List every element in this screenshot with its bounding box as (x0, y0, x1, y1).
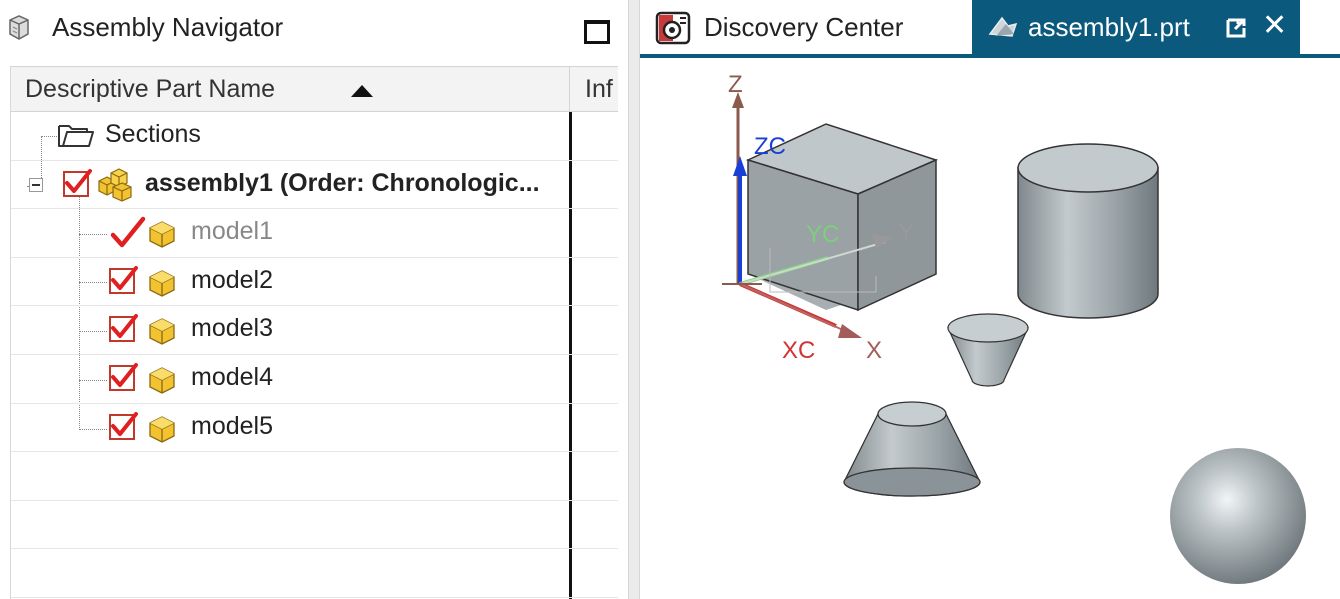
part-file-icon (988, 16, 1018, 37)
part-icon (149, 270, 175, 297)
part-icon (149, 367, 175, 394)
tree-row-model3[interactable]: model3 (11, 306, 618, 355)
part-icon (149, 318, 175, 346)
collapse-icon[interactable] (29, 177, 43, 192)
axis-label-yc: YC (806, 221, 839, 248)
assembly-navigator-panel: Assembly Navigator Descriptive Part Name… (0, 0, 628, 599)
checkmark-icon (111, 362, 138, 387)
tree-row-label: model1 (191, 217, 273, 246)
sphere-shape[interactable] (1170, 448, 1306, 584)
tab-label: Discovery Center (704, 12, 904, 42)
axis-label-zc: ZC (754, 133, 786, 160)
sort-ascending-icon[interactable] (351, 85, 373, 97)
tree-row-label: assembly1 (Order: Chronologic... (145, 168, 540, 197)
tree-row-label: model4 (191, 362, 273, 391)
navigator-header: Assembly Navigator (0, 0, 628, 58)
visibility-checkbox[interactable] (63, 168, 92, 197)
visibility-checkbox[interactable] (109, 265, 138, 294)
folder-icon (58, 125, 94, 147)
visibility-checkbox[interactable] (109, 362, 138, 391)
part-icon (149, 221, 175, 248)
column-header-info[interactable]: Inf (585, 75, 618, 104)
navigator-tree-table: Descriptive Part Name Inf Sections assem… (10, 66, 618, 599)
graphics-viewport[interactable]: Z ZC YC Y XC X (640, 62, 1340, 599)
tab-bar: Discovery Center assembly1.prt ✕ (640, 0, 1340, 58)
visibility-checkbox[interactable] (109, 411, 138, 440)
checkmark-icon (111, 411, 138, 436)
assembly-icon (98, 167, 132, 202)
axis-label-xc: XC (782, 337, 815, 364)
maximize-icon[interactable] (584, 20, 610, 44)
axis-label-y: Y (898, 219, 914, 246)
tree-row-model5[interactable]: model5 (11, 404, 618, 453)
empty-row (11, 549, 618, 598)
discovery-center-icon (655, 11, 691, 45)
tree-row-label: model2 (191, 265, 273, 294)
tree-row-assembly1[interactable]: assembly1 (Order: Chronologic... (11, 161, 618, 210)
close-icon[interactable]: ✕ (1262, 8, 1287, 43)
cylinder-shape[interactable] (1017, 143, 1159, 319)
large-cone-frustum-shape[interactable] (843, 401, 981, 497)
axis-label-z: Z (728, 71, 743, 98)
axis-label-x: X (866, 337, 882, 364)
viewport-scene: Z ZC YC Y XC X (722, 71, 1306, 584)
popout-icon[interactable] (1224, 16, 1248, 40)
x-axis-arrow (838, 324, 862, 338)
part-icon (149, 415, 175, 443)
tab-discovery-center[interactable]: Discovery Center (640, 0, 972, 54)
small-cone-frustum-shape[interactable] (947, 313, 1029, 387)
checkmark-icon (65, 168, 92, 193)
zc-axis-arrow (733, 156, 747, 176)
column-header-descriptive-part-name[interactable]: Descriptive Part Name (25, 75, 275, 104)
empty-row (11, 452, 618, 501)
tree-row-label: model5 (191, 411, 273, 440)
tree-row-model4[interactable]: model4 (11, 355, 618, 404)
tab-assembly1-prt[interactable]: assembly1.prt ✕ (972, 0, 1300, 54)
visibility-checkbox[interactable] (109, 314, 138, 343)
tree-row-label: model3 (191, 314, 273, 343)
panel-splitter[interactable] (628, 0, 640, 599)
checkmark-icon (111, 314, 138, 339)
empty-row (11, 501, 618, 550)
column-header-row: Descriptive Part Name Inf (11, 66, 618, 113)
tree-row-label: Sections (105, 120, 201, 148)
navigator-title: Assembly Navigator (52, 12, 284, 42)
checkmark-icon (111, 265, 138, 290)
tab-label: assembly1.prt (1028, 12, 1190, 42)
tree-row-sections[interactable]: Sections (11, 112, 618, 161)
checkmark-icon[interactable] (107, 213, 147, 253)
assembly-navigator-icon (9, 15, 29, 40)
tree-rows: Sections assembly1 (Order: Chronologic..… (11, 112, 618, 598)
tree-row-model1[interactable]: model1 (11, 209, 618, 258)
column-divider[interactable] (569, 67, 570, 113)
tree-row-model2[interactable]: model2 (11, 258, 618, 307)
